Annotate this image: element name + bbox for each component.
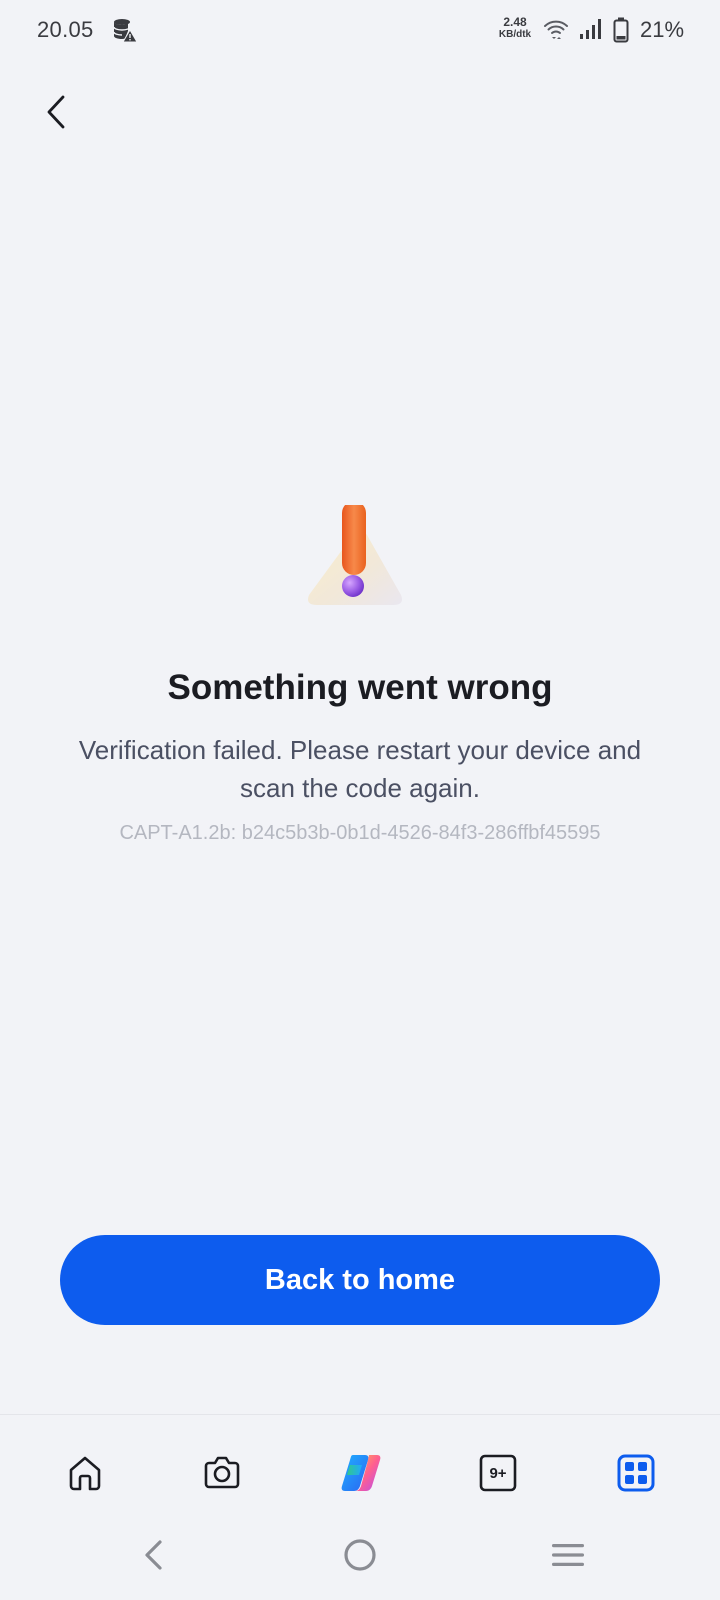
bottom-tab-bar: 9+ [0,1414,720,1514]
status-bar: 20.05 2.48 KB/dtk 21% [0,0,720,60]
tab-home[interactable] [57,1445,113,1501]
menu-icon [552,1544,584,1566]
tab-camera[interactable] [194,1445,250,1501]
error-code: CAPT-A1.2b: b24c5b3b-0b1d-4526-84f3-286f… [119,822,601,844]
error-message: Verification failed. Please restart your… [78,735,642,803]
network-speed: 2.48 KB/dtk [495,16,535,40]
warning-triangle-icon [308,505,402,605]
home-icon [69,1456,101,1491]
network-speed-value: 2.48 [503,15,527,29]
status-time: 20.05 [37,17,94,42]
tab-apps[interactable] [608,1445,664,1501]
system-back-button[interactable] [128,1534,178,1576]
back-to-home-button[interactable]: Back to home [60,1235,660,1325]
system-home-button[interactable] [335,1534,385,1576]
tab-open-tabs[interactable]: 9+ [470,1445,526,1501]
database-warning-icon [113,19,138,43]
tab-copilot[interactable] [333,1445,389,1501]
copilot-icon [341,1455,381,1491]
back-button[interactable] [38,92,74,132]
battery-percent: 21% [640,17,685,42]
home-circle-icon [344,1539,376,1571]
error-title: Something went wrong [167,668,553,707]
tabs-count-badge: 9+ [489,1464,507,1482]
chevron-left-icon [47,95,65,129]
system-navigation-bar [0,1514,720,1600]
wifi-icon [544,20,568,39]
camera-icon [204,1456,240,1489]
network-speed-unit: KB/dtk [498,29,532,40]
apps-grid-icon [617,1454,655,1492]
battery-icon [613,17,629,43]
error-screen: 20.05 2.48 KB/dtk 21% Something went wro… [0,0,720,1600]
signal-icon [580,19,601,39]
system-menu-button[interactable] [543,1534,593,1576]
back-icon [145,1540,162,1570]
